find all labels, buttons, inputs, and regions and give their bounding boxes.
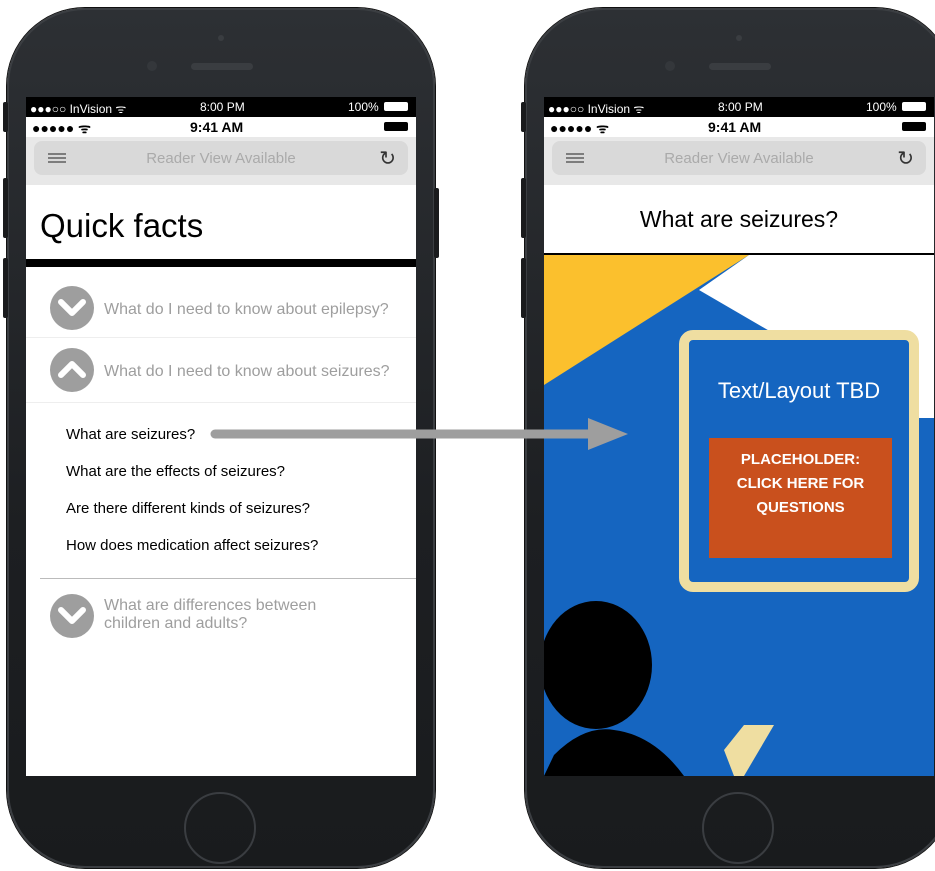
earpiece-speaker (709, 63, 771, 70)
left-screen: ●●●○○ InVision ᯤ 8:00 PM 100% ●●●●● ᯤ 9:… (26, 97, 416, 776)
silent-switch (3, 102, 8, 132)
battery-icon (384, 102, 408, 111)
right-screen: ●●●○○ InVision ᯤ 8:00 PM 100% ●●●●● ᯤ 9:… (544, 97, 934, 776)
right-phone-frame: ●●●○○ InVision ᯤ 8:00 PM 100% ●●●●● ᯤ 9:… (521, 8, 935, 868)
battery-percent: 100% (866, 100, 897, 114)
home-button[interactable] (184, 792, 256, 864)
speech-bubble: Text/Layout TBD PLACEHOLDER: CLICK HERE … (679, 330, 919, 592)
chevron-down-icon[interactable] (50, 286, 94, 330)
inner-clock: 9:41 AM (708, 119, 762, 135)
power-button (434, 188, 439, 258)
earpiece-speaker (191, 63, 253, 70)
volume-up-button (521, 178, 526, 238)
reload-icon[interactable]: ↻ (897, 146, 914, 171)
outer-clock: 8:00 PM (718, 100, 763, 114)
bubble-text: Text/Layout TBD (717, 378, 881, 403)
carrier-label: ●●●○○ InVision ᯤ (548, 102, 645, 116)
chevron-up-icon[interactable] (50, 348, 94, 392)
silent-switch (521, 102, 526, 132)
left-phone-frame: ●●●○○ InVision ᯤ 8:00 PM 100% ●●●●● ᯤ 9:… (3, 8, 439, 868)
inner-status-bar: ●●●●● ᯤ 9:41 AM (26, 117, 416, 137)
battery-icon (902, 102, 926, 111)
volume-up-button (3, 178, 8, 238)
volume-down-button (3, 258, 8, 318)
outer-status-bar: ●●●○○ InVision ᯤ 8:00 PM 100% (26, 97, 416, 117)
address-bar[interactable]: Reader View Available ↻ (34, 141, 408, 175)
page-title: What are seizures? (544, 185, 934, 255)
accordion-label[interactable]: What are differences between children an… (104, 597, 376, 633)
front-camera-icon (665, 61, 675, 71)
carrier-label: ●●●○○ InVision ᯤ (30, 102, 127, 116)
menu-icon[interactable] (566, 153, 584, 155)
outer-status-bar: ●●●○○ InVision ᯤ 8:00 PM 100% (544, 97, 934, 117)
chevron-down-icon[interactable] (50, 594, 94, 638)
person-body (544, 729, 684, 776)
address-bar[interactable]: Reader View Available ↻ (552, 141, 926, 175)
page-title: Quick facts (40, 207, 204, 244)
proximity-sensor (736, 35, 742, 41)
placeholder-questions-button[interactable]: PLACEHOLDER: CLICK HERE FOR QUESTIONS (709, 438, 892, 558)
home-button[interactable] (702, 792, 774, 864)
link-medication-seizures[interactable]: How does medication affect seizures? (26, 527, 416, 564)
link-what-are-seizures[interactable]: What are seizures? (26, 416, 416, 453)
proximity-sensor (218, 35, 224, 41)
inner-status-bar: ●●●●● ᯤ 9:41 AM (544, 117, 934, 137)
illustration: Text/Layout TBD PLACEHOLDER: CLICK HERE … (544, 255, 934, 776)
inner-clock: 9:41 AM (190, 119, 244, 135)
front-camera-icon (147, 61, 157, 71)
volume-down-button (521, 258, 526, 318)
battery-icon (384, 122, 408, 131)
accordion-item-seizures[interactable]: What do I need to know about seizures? (26, 338, 416, 403)
reload-icon[interactable]: ↻ (379, 146, 396, 171)
person-head (544, 601, 652, 729)
accordion-label[interactable]: What do I need to know about seizures? (104, 363, 406, 381)
accordion-item-children-adults[interactable]: What are differences between children an… (26, 579, 416, 643)
address-text[interactable]: Reader View Available (94, 150, 348, 167)
battery-percent: 100% (348, 100, 379, 114)
browser-bar: Reader View Available ↻ (544, 137, 934, 185)
browser-bar: Reader View Available ↻ (26, 137, 416, 185)
accordion-label[interactable]: What do I need to know about epilepsy? (104, 301, 406, 319)
link-kinds-of-seizures[interactable]: Are there different kinds of seizures? (26, 490, 416, 527)
signal-indicator: ●●●●● ᯤ (550, 120, 609, 136)
link-effects-of-seizures[interactable]: What are the effects of seizures? (26, 453, 416, 490)
title-divider (26, 259, 416, 267)
signal-indicator: ●●●●● ᯤ (32, 120, 91, 136)
battery-icon (902, 122, 926, 131)
address-text[interactable]: Reader View Available (612, 150, 866, 167)
bubble-tail (724, 725, 774, 776)
menu-icon[interactable] (48, 153, 66, 155)
accordion-item-epilepsy[interactable]: What do I need to know about epilepsy? (26, 273, 416, 338)
outer-clock: 8:00 PM (200, 100, 245, 114)
